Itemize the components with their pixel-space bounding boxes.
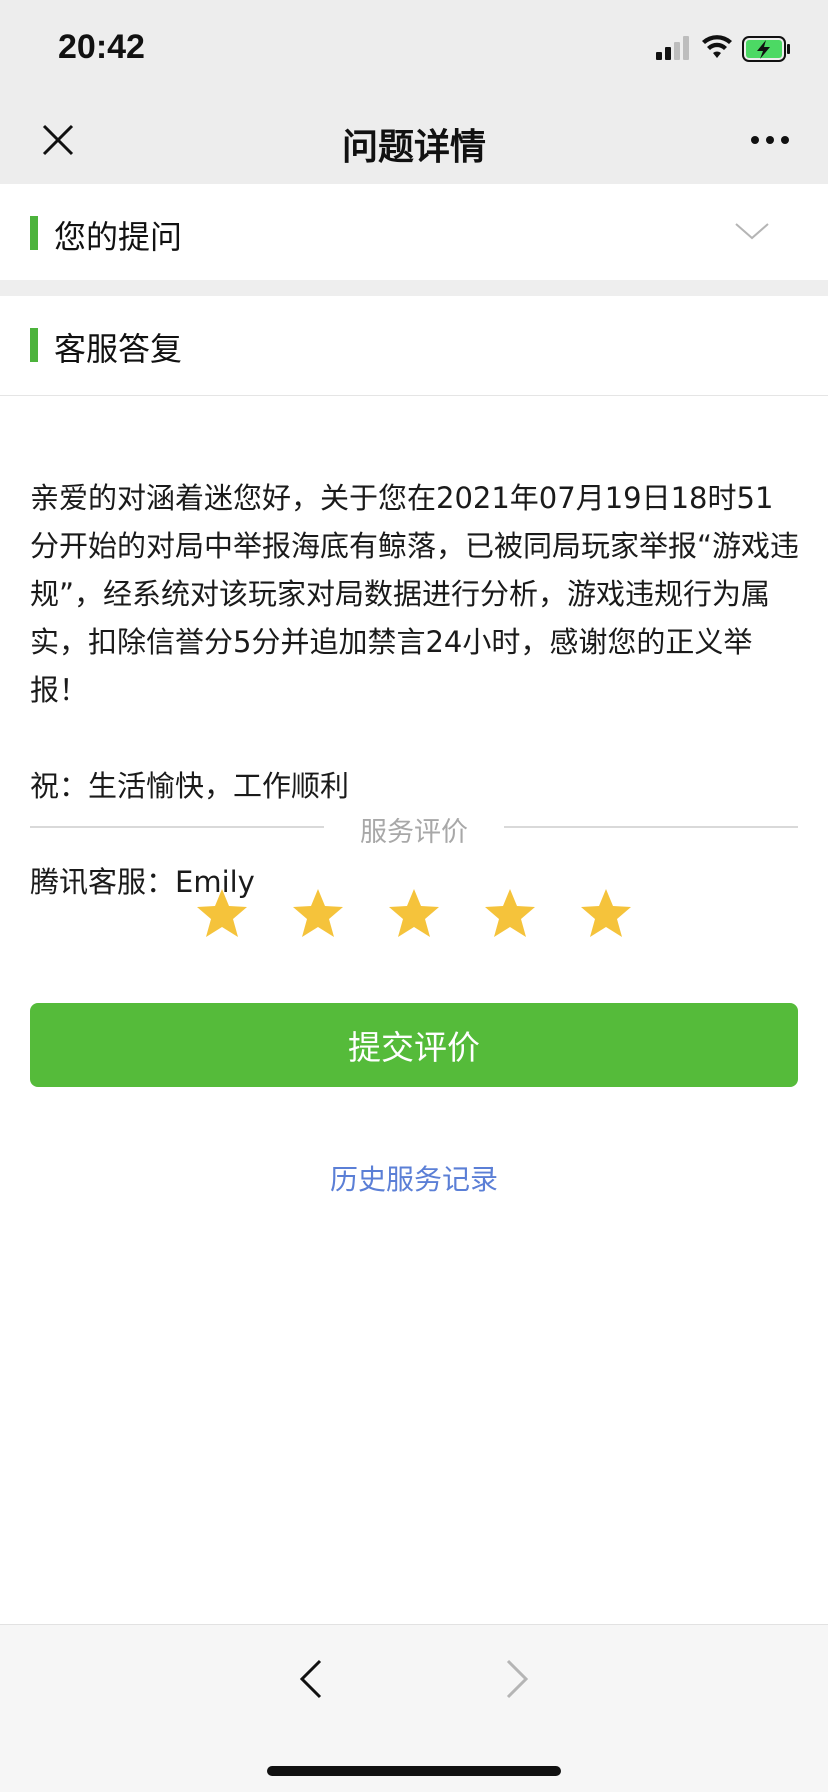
reply-section-label: 客服答复	[54, 330, 183, 368]
status-bar: 20:42	[0, 0, 828, 96]
star-icon[interactable]	[290, 886, 346, 942]
history-service-link[interactable]: 历史服务记录	[0, 1158, 828, 1198]
nav-bar: 问题详情	[0, 96, 828, 184]
chevron-right-icon[interactable]	[494, 1653, 538, 1705]
more-icon	[751, 136, 789, 144]
question-section-header[interactable]: 您的提问	[0, 184, 828, 280]
section-accent-bar	[30, 216, 38, 250]
rating-divider-right	[504, 826, 798, 828]
wifi-icon	[702, 35, 732, 58]
home-indicator	[267, 1766, 561, 1776]
star-icon[interactable]	[482, 886, 538, 942]
reply-section-header: 客服答复	[0, 296, 828, 396]
reply-blessing: 祝：生活愉快，工作顺利	[30, 769, 350, 803]
page-title: 问题详情	[341, 127, 486, 168]
chevron-left-icon[interactable]	[290, 1653, 334, 1705]
rating-header: 服务评价	[30, 810, 798, 850]
question-section-label: 您的提问	[54, 218, 183, 256]
submit-rating-button[interactable]: 提交评价	[30, 1003, 798, 1087]
star-icon[interactable]	[578, 886, 634, 942]
rating-title: 服务评价	[360, 817, 468, 848]
status-icons	[654, 34, 794, 64]
signal-icon	[656, 36, 689, 60]
reply-text: 亲爱的对涵着迷您好，关于您在2021年07月19日18时51分开始的对局中举报海…	[30, 481, 800, 707]
reply-body: 亲爱的对涵着迷您好，关于您在2021年07月19日18时51分开始的对局中举报海…	[30, 426, 800, 954]
chevron-down-icon[interactable]	[732, 212, 772, 252]
status-time: 20:42	[58, 28, 145, 66]
section-divider	[0, 280, 828, 296]
star-rating	[0, 886, 828, 946]
star-icon[interactable]	[194, 886, 250, 942]
star-icon[interactable]	[386, 886, 442, 942]
battery-charging-icon	[742, 36, 790, 62]
more-button[interactable]	[740, 112, 800, 168]
section-accent-bar	[30, 328, 38, 362]
